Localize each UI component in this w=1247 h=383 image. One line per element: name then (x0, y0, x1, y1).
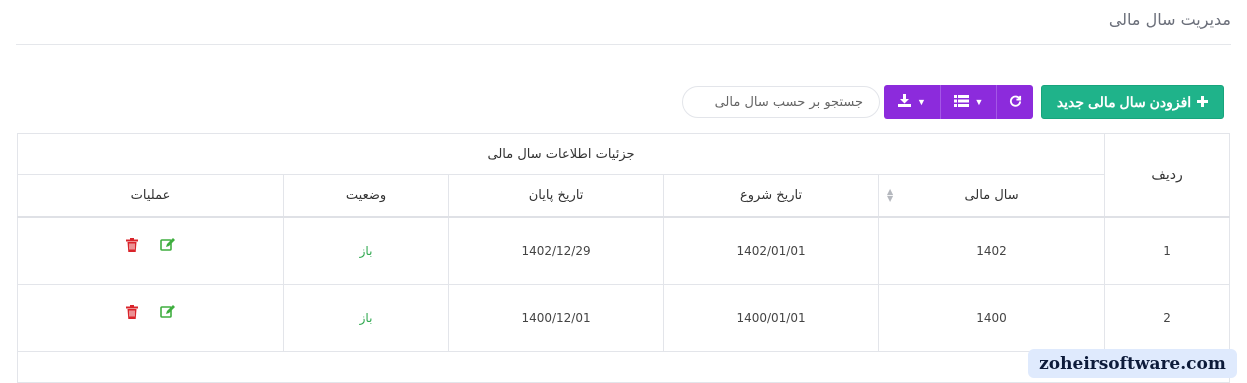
start-date-cell: 1402/01/01 (663, 215, 880, 285)
sort-icon: ▲ ▼ (887, 187, 894, 204)
plus-icon (1197, 94, 1209, 110)
columns-toggle-button[interactable]: ▼ (941, 85, 997, 119)
edit-icon[interactable] (159, 237, 176, 252)
trash-icon[interactable] (125, 304, 138, 319)
status-header: وضعیت (283, 174, 450, 217)
row-number: 2 (1104, 283, 1231, 352)
export-button[interactable]: ▼ (884, 85, 941, 119)
refresh-icon (1009, 94, 1022, 110)
details-group-header: جزئیات اطلاعات سال مالی (16, 133, 1106, 175)
fiscal-years-table: ردیف جزئیات اطلاعات سال مالی سال مالی ▲ ▼… (16, 133, 1231, 383)
list-icon (953, 94, 969, 110)
start-date-cell: 1400/01/01 (663, 283, 880, 352)
caret-down-icon: ▼ (917, 97, 926, 107)
end-date-cell: 1400/12/01 (448, 283, 665, 352)
operations-cell (16, 215, 285, 285)
caret-down-icon: ▼ (974, 97, 984, 107)
add-fiscal-year-label: افزودن سال مالی جدید (1056, 93, 1192, 110)
table-row: 2 1400 1400/01/01 1400/12/01 باز (16, 283, 1231, 352)
operations-header: عملیات (16, 174, 285, 217)
status-cell: باز (283, 283, 450, 352)
operations-cell (16, 283, 285, 352)
fiscal-year-header-label: سال مالی (964, 187, 1019, 203)
fiscal-year-cell: 1402 (878, 215, 1106, 285)
table-tools-group: ▼ ▼ (884, 85, 1033, 119)
add-fiscal-year-button[interactable]: افزودن سال مالی جدید (1041, 85, 1224, 119)
table-row: 1 1402 1402/01/01 1402/12/29 باز (16, 215, 1231, 285)
trash-icon[interactable] (125, 237, 138, 252)
download-icon (898, 94, 912, 110)
end-date-header: تاریخ پایان (448, 174, 665, 217)
refresh-button[interactable] (997, 85, 1033, 119)
toolbar: افزودن سال مالی جدید ▼ ▼ (682, 85, 1224, 119)
status-cell: باز (283, 215, 450, 285)
end-date-cell: 1402/12/29 (448, 215, 665, 285)
row-number-header: ردیف (1104, 133, 1231, 217)
start-date-header: تاریخ شروع (663, 174, 880, 217)
watermark: zoheirsoftware.com (1028, 349, 1237, 378)
title-divider (16, 44, 1231, 45)
edit-icon[interactable] (159, 304, 176, 319)
row-number: 1 (1104, 215, 1231, 285)
page-title: مدیریت سال مالی (1108, 10, 1231, 29)
search-input[interactable] (682, 86, 880, 118)
fiscal-year-header[interactable]: سال مالی ▲ ▼ (878, 174, 1106, 217)
fiscal-year-cell: 1400 (878, 283, 1106, 352)
